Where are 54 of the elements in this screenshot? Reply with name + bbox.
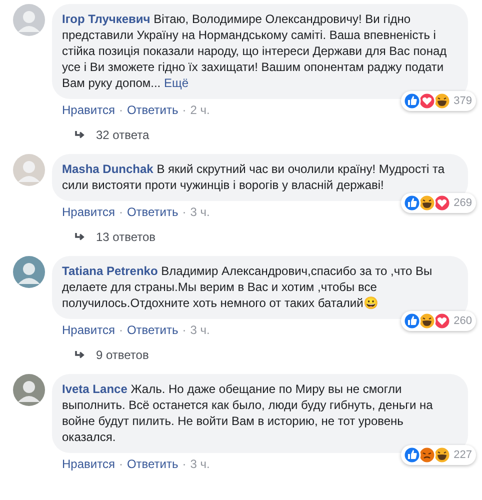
- author-link[interactable]: Ігор Тлучкевич: [62, 12, 150, 26]
- avatar-icon[interactable]: [13, 4, 45, 36]
- replies-link[interactable]: 9 ответов: [96, 348, 149, 362]
- like-link[interactable]: Нравится: [62, 103, 115, 118]
- reply-arrow-icon: [74, 350, 86, 360]
- reaction-count: 269: [454, 197, 472, 209]
- timestamp: 3 ч.: [190, 205, 210, 220]
- haha-reaction-icon: [432, 446, 451, 464]
- avatar-icon[interactable]: [13, 256, 45, 288]
- separator-dot: ·: [118, 103, 123, 118]
- reaction-count: 227: [454, 449, 472, 461]
- like-link[interactable]: Нравится: [62, 457, 115, 472]
- reply-link[interactable]: Ответить: [126, 457, 178, 472]
- comment-text: Masha Dunchak В який скрутний час ви очолили країну! Мудрості та сили вистояти проти чужинців і ворогів у власній державі!: [62, 161, 446, 193]
- like-link[interactable]: Нравится: [62, 205, 115, 220]
- angry-reaction-icon: [418, 446, 436, 464]
- haha-reaction-icon: [418, 194, 436, 212]
- timestamp: 3 ч.: [190, 457, 210, 472]
- comment-text: Iveta Lance Жаль. Но даже обещание по Миру вы не смогли выполнить. Всё останется как было, люди буду гибнуть, деньги на войне будут пилить. Не войти Вам в историю, не тот уровень оказался.: [62, 381, 434, 445]
- replies-link[interactable]: 32 ответа: [96, 128, 150, 142]
- reaction-count: 260: [454, 315, 472, 327]
- author-link[interactable]: Masha Dunchak: [62, 162, 154, 176]
- author-link[interactable]: Tatiana Petrenko: [62, 264, 158, 278]
- comment-text: Ігор Тлучкевич Вітаю, Володимире Олександровичу! Ви гідно представили Україну на Нормандському саміті. Ваша впевненість і стійка позиція показали народу, що інтереси Держави для Вас понад усе і Ви зможете гідно їх захищати! Вашим опонентам раджу подати Вам руку допом... Ещё: [62, 11, 448, 91]
- reply-link[interactable]: Ответить: [126, 323, 178, 338]
- separator-dot: ·: [182, 103, 186, 118]
- separator-dot: ·: [182, 323, 186, 338]
- avatar-icon[interactable]: [13, 374, 45, 406]
- haha-reaction-icon: [418, 312, 436, 330]
- love-reaction-icon: [432, 312, 451, 330]
- separator-dot: ·: [182, 205, 186, 220]
- author-link[interactable]: Iveta Lance: [62, 382, 128, 396]
- see-more-link[interactable]: Ещё: [164, 76, 189, 90]
- separator-dot: ·: [118, 323, 123, 338]
- separator-dot: ·: [182, 457, 186, 472]
- replies-link[interactable]: 13 ответов: [96, 230, 156, 244]
- reply-link[interactable]: Ответить: [126, 205, 178, 220]
- timestamp: 3 ч.: [190, 323, 210, 338]
- love-reaction-icon: [418, 92, 436, 110]
- like-reaction-icon: [402, 194, 421, 212]
- reaction-count: 379: [454, 95, 472, 107]
- separator-dot: ·: [118, 457, 123, 472]
- like-reaction-icon: [402, 92, 421, 110]
- timestamp: 2 ч.: [190, 103, 210, 118]
- reply-arrow-icon: [74, 232, 86, 242]
- comment-text: Tatiana Petrenko Владимир Александрович,спасибо за то ,что Вы делаете для страны.Мы верим в Вас и хотим ,чтобы все получилось.Отдохните хоть немного от таких баталий😀: [62, 263, 434, 311]
- like-reaction-icon: [402, 312, 421, 330]
- reply-arrow-icon: [74, 130, 86, 140]
- haha-reaction-icon: [432, 92, 451, 110]
- like-reaction-icon: [402, 446, 421, 464]
- reply-link[interactable]: Ответить: [126, 103, 178, 118]
- like-link[interactable]: Нравится: [62, 323, 115, 338]
- love-reaction-icon: [432, 194, 451, 212]
- separator-dot: ·: [118, 205, 123, 220]
